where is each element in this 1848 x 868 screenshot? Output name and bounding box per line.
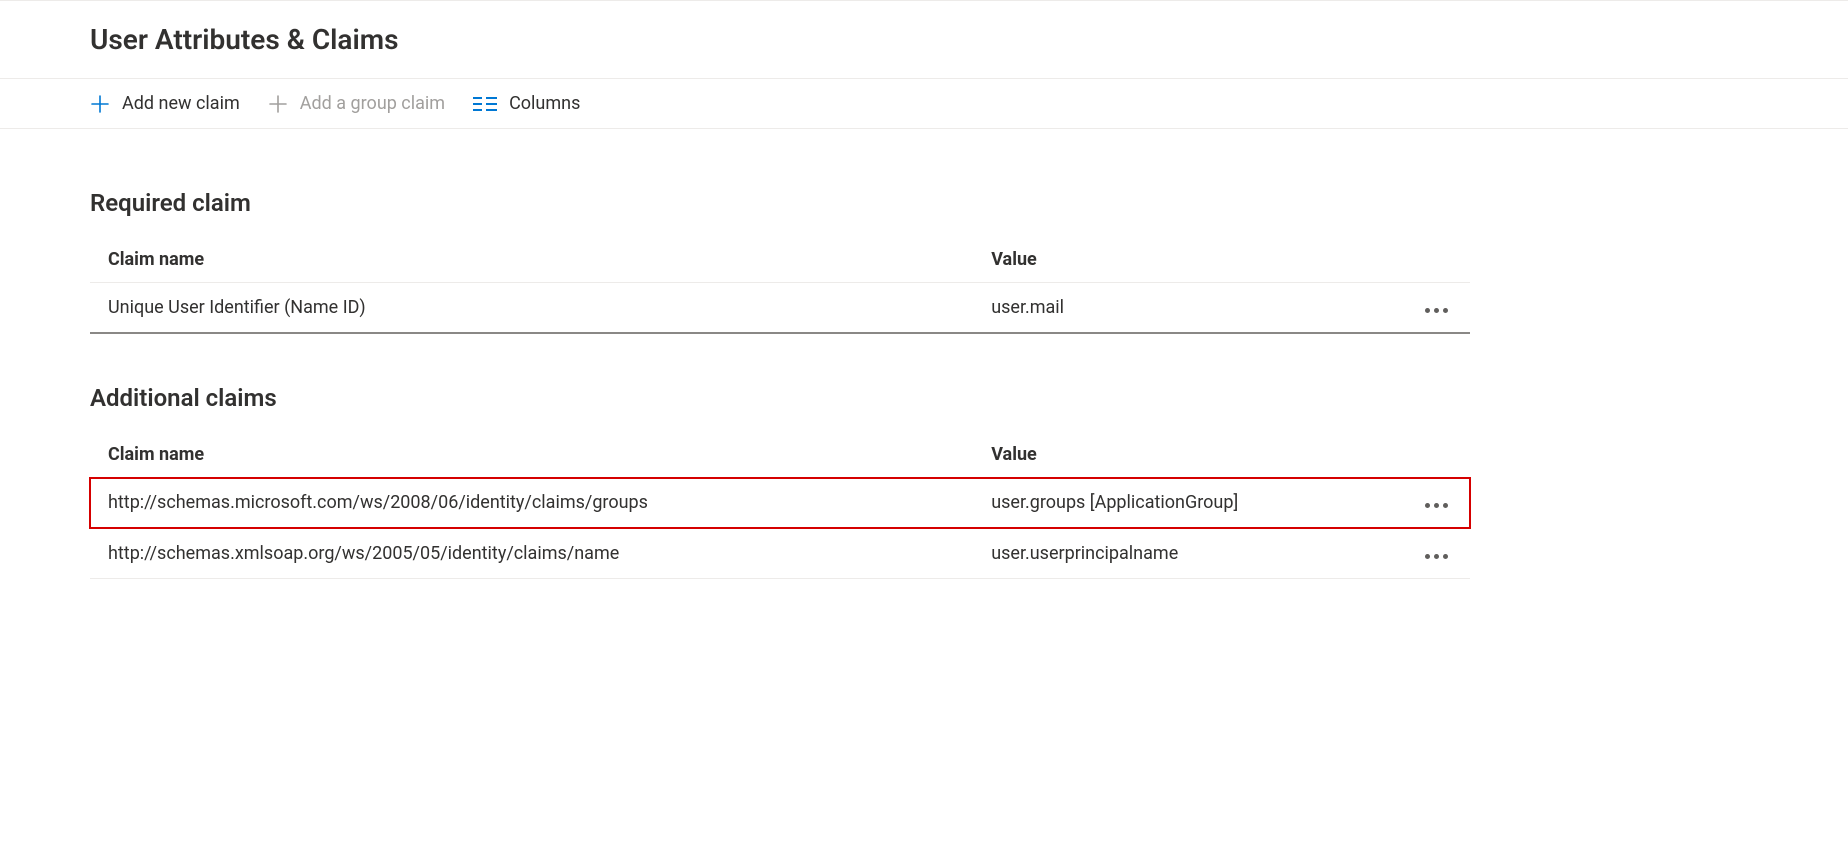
column-header-name: Claim name bbox=[90, 237, 973, 283]
table-row[interactable]: Unique User Identifier (Name ID) user.ma… bbox=[90, 283, 1470, 334]
required-claim-heading: Required claim bbox=[90, 189, 1758, 217]
columns-icon bbox=[473, 95, 497, 113]
more-actions-button[interactable] bbox=[1421, 499, 1452, 512]
columns-button[interactable]: Columns bbox=[473, 93, 580, 114]
claim-name-cell: Unique User Identifier (Name ID) bbox=[90, 283, 973, 334]
more-actions-button[interactable] bbox=[1421, 304, 1452, 317]
more-icon bbox=[1425, 554, 1430, 559]
content: Required claim Claim name Value Unique U… bbox=[0, 129, 1848, 579]
more-icon bbox=[1425, 503, 1430, 508]
claim-name-cell: http://schemas.xmlsoap.org/ws/2005/05/id… bbox=[90, 528, 973, 579]
header: User Attributes & Claims bbox=[0, 0, 1848, 79]
table-header-row: Claim name Value bbox=[90, 237, 1470, 283]
add-group-claim-button: Add a group claim bbox=[268, 93, 445, 114]
column-header-value: Value bbox=[973, 432, 1359, 478]
claim-name-cell: http://schemas.microsoft.com/ws/2008/06/… bbox=[90, 478, 973, 529]
columns-label: Columns bbox=[509, 93, 580, 114]
more-actions-button[interactable] bbox=[1421, 550, 1452, 563]
add-group-claim-label: Add a group claim bbox=[300, 93, 445, 114]
plus-icon bbox=[90, 94, 110, 114]
additional-claims-table: Claim name Value http://schemas.microsof… bbox=[90, 432, 1470, 579]
add-new-claim-label: Add new claim bbox=[122, 93, 240, 114]
column-header-actions bbox=[1360, 237, 1470, 283]
table-row[interactable]: http://schemas.microsoft.com/ws/2008/06/… bbox=[90, 478, 1470, 529]
table-row[interactable]: http://schemas.xmlsoap.org/ws/2005/05/id… bbox=[90, 528, 1470, 579]
column-header-value: Value bbox=[973, 237, 1359, 283]
page-title: User Attributes & Claims bbox=[90, 23, 1848, 56]
additional-claims-heading: Additional claims bbox=[90, 384, 1758, 412]
required-claims-table: Claim name Value Unique User Identifier … bbox=[90, 237, 1470, 334]
column-header-actions bbox=[1360, 432, 1470, 478]
table-header-row: Claim name Value bbox=[90, 432, 1470, 478]
toolbar: Add new claim Add a group claim Columns bbox=[0, 79, 1848, 129]
claim-value-cell: user.mail bbox=[973, 283, 1359, 334]
add-new-claim-button[interactable]: Add new claim bbox=[90, 93, 240, 114]
page-root: User Attributes & Claims Add new claim A… bbox=[0, 0, 1848, 579]
claim-value-cell: user.userprincipalname bbox=[973, 528, 1359, 579]
column-header-name: Claim name bbox=[90, 432, 973, 478]
plus-icon bbox=[268, 94, 288, 114]
more-icon bbox=[1425, 308, 1430, 313]
claim-value-cell: user.groups [ApplicationGroup] bbox=[973, 478, 1359, 529]
